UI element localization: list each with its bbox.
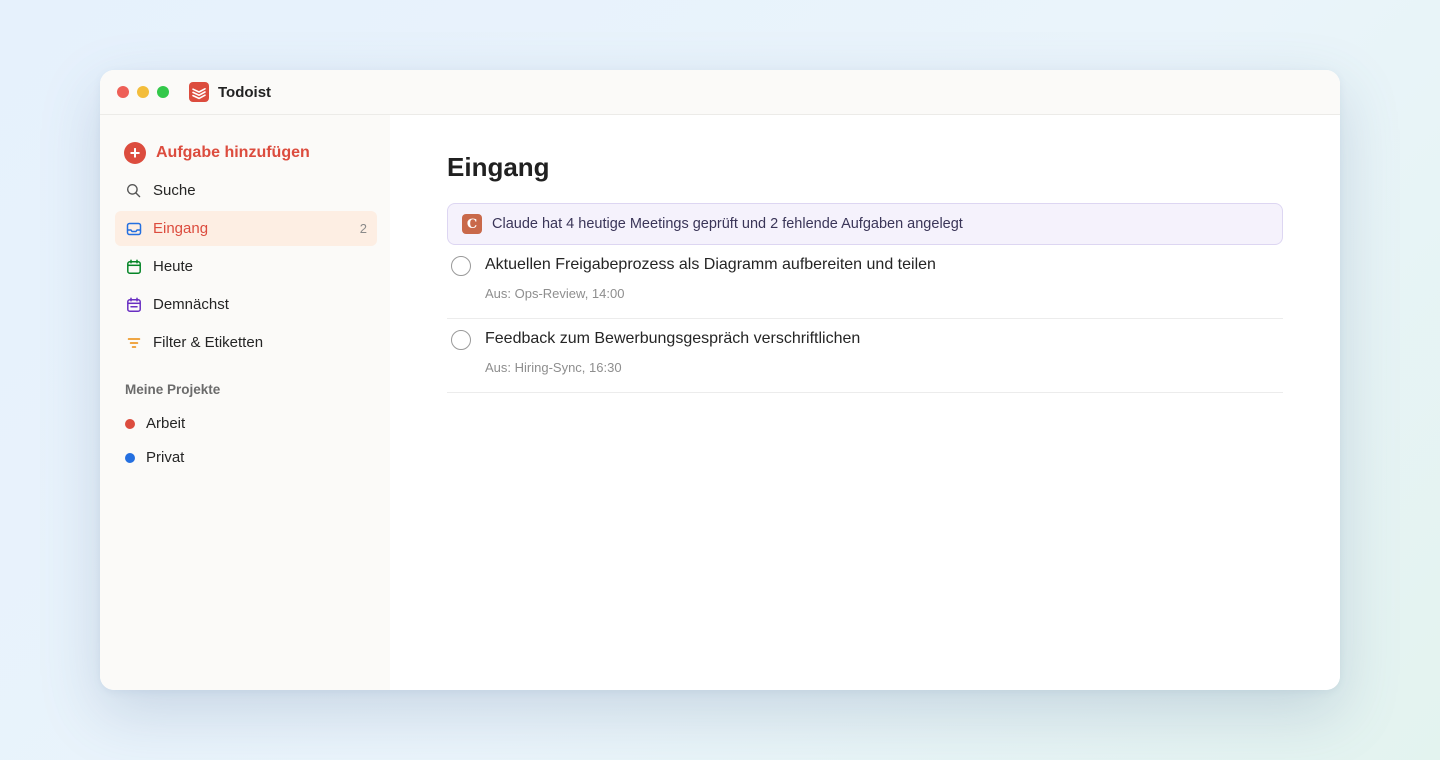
project-label: Privat bbox=[146, 449, 185, 466]
task-meta: Aus: Hiring-Sync, 16:30 bbox=[485, 360, 622, 375]
app-window: Todoist + Aufgabe hinzufügen Suche Einga… bbox=[100, 70, 1340, 690]
task-complete-checkbox[interactable] bbox=[451, 256, 471, 276]
project-color-dot bbox=[125, 418, 135, 429]
minimize-window-button[interactable] bbox=[137, 86, 149, 98]
task-title[interactable]: Feedback zum Bewerbungsgespräch verschri… bbox=[485, 330, 860, 348]
sidebar-item-filters[interactable]: Filter & Etiketten bbox=[115, 325, 377, 360]
search-icon bbox=[125, 182, 142, 199]
inbox-icon bbox=[125, 220, 142, 237]
project-color-dot bbox=[125, 452, 135, 463]
sidebar-item-today[interactable]: Heute bbox=[115, 249, 377, 284]
calendar-today-icon bbox=[125, 258, 142, 275]
sidebar-item-search[interactable]: Suche bbox=[115, 173, 377, 208]
sidebar-item-label: Demnächst bbox=[153, 296, 229, 313]
sidebar-item-upcoming[interactable]: Demnächst bbox=[115, 287, 377, 322]
task-item[interactable]: Feedback zum Bewerbungsgespräch verschri… bbox=[447, 319, 1283, 393]
maximize-window-button[interactable] bbox=[157, 86, 169, 98]
sidebar-item-label: Heute bbox=[153, 258, 194, 275]
sidebar-item-label: Suche bbox=[153, 182, 196, 199]
inbox-count-badge: 2 bbox=[359, 221, 367, 236]
page-title: Eingang bbox=[447, 152, 550, 182]
close-window-button[interactable] bbox=[117, 86, 129, 98]
task-title[interactable]: Aktuellen Freigabeprozess als Diagramm a… bbox=[485, 256, 936, 274]
main-content: Eingang C Claude hat 4 heutige Meetings … bbox=[390, 115, 1340, 690]
sidebar-item-label: Eingang bbox=[153, 220, 209, 237]
project-item-arbeit[interactable]: Arbeit bbox=[125, 415, 185, 432]
claude-summary-banner: C Claude hat 4 heutige Meetings geprüft … bbox=[447, 203, 1283, 245]
banner-text: Claude hat 4 heutige Meetings geprüft un… bbox=[492, 216, 963, 232]
todoist-logo-icon bbox=[189, 82, 209, 102]
add-task-label: Aufgabe hinzufügen bbox=[156, 144, 310, 161]
project-item-privat[interactable]: Privat bbox=[125, 449, 184, 466]
project-label: Arbeit bbox=[146, 415, 186, 432]
sidebar: + Aufgabe hinzufügen Suche Eingang 2 Heu… bbox=[100, 115, 390, 690]
sidebar-item-inbox[interactable]: Eingang 2 bbox=[115, 211, 377, 246]
calendar-upcoming-icon bbox=[125, 296, 142, 313]
app-title: Todoist bbox=[218, 83, 272, 101]
projects-section-title: Meine Projekte bbox=[125, 382, 221, 397]
title-bar: Todoist bbox=[100, 70, 1340, 115]
task-meta: Aus: Ops-Review, 14:00 bbox=[485, 286, 625, 301]
plus-circle-icon: + bbox=[124, 142, 146, 164]
sidebar-item-label: Filter & Etiketten bbox=[153, 334, 264, 351]
task-item[interactable]: Aktuellen Freigabeprozess als Diagramm a… bbox=[447, 245, 1283, 319]
task-complete-checkbox[interactable] bbox=[451, 330, 471, 350]
add-task-button[interactable]: + Aufgabe hinzufügen bbox=[124, 142, 310, 164]
claude-badge-icon: C bbox=[462, 214, 482, 234]
filter-icon bbox=[125, 334, 142, 351]
